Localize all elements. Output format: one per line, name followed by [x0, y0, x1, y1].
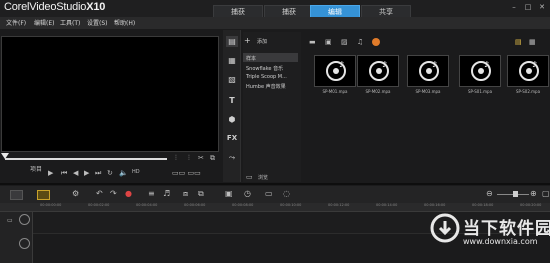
time-remap-icon[interactable]: ◷	[244, 189, 251, 198]
thumbnail-label: SP-M01.mpa	[322, 89, 348, 94]
instant-project-icon[interactable]: ▦	[226, 55, 238, 66]
timeline-view-icon[interactable]	[37, 190, 50, 200]
next-frame-icon[interactable]: ▶	[84, 169, 89, 177]
filter-icon[interactable]: FX	[226, 133, 238, 144]
app-logo: CorelVideoStudioX10	[4, 1, 106, 13]
preview-window[interactable]	[1, 36, 219, 152]
toolbar-settings-icon[interactable]: ⚙	[72, 189, 79, 198]
maximize-icon[interactable]: □	[524, 3, 532, 11]
watermark-text: 当下软件园	[463, 219, 550, 239]
watermark-url: www.downxia.com	[463, 237, 538, 246]
zoom-out-icon[interactable]: ⊖	[486, 189, 493, 198]
gallery-thumbnail[interactable]: ♪	[507, 55, 549, 87]
mark-out-icon[interactable]: ⫶	[188, 154, 190, 163]
gallery-thumbnail[interactable]: ♪	[357, 55, 399, 87]
ruler-tick-label: 00:00:16:00	[424, 203, 446, 207]
mask-creator-icon[interactable]: ▭	[265, 189, 273, 198]
menu-settings[interactable]: 设置(S)	[87, 18, 108, 27]
library-item-samples[interactable]: 样本	[246, 55, 256, 62]
browse-icon[interactable]: ▭	[246, 173, 253, 181]
multi-camera-icon[interactable]: ▣	[225, 189, 233, 198]
video-track-icon[interactable]: ▭	[7, 217, 13, 224]
ruler-tick-label: 00:00:14:00	[376, 203, 398, 207]
watermark-logo-icon	[430, 213, 460, 243]
ruler-tick-label: 00:00:02:00	[88, 203, 110, 207]
zoom-in-icon[interactable]: ⊕	[530, 189, 537, 198]
project-mode-label[interactable]: 项目	[30, 164, 42, 173]
title-icon[interactable]: T	[226, 95, 238, 106]
gallery-thumbnail[interactable]: ♪	[459, 55, 501, 87]
ruler-tick-label: 00:00:08:00	[232, 203, 254, 207]
play-icon[interactable]: ▶	[48, 169, 53, 177]
minimize-icon[interactable]: –	[510, 3, 518, 11]
subtitle-editor-icon[interactable]: ⧉	[198, 189, 204, 199]
library-item-triple-scoop[interactable]: Triple Scoop M...	[246, 74, 287, 80]
library-item-snowflake[interactable]: Snowflake 音乐	[246, 65, 283, 72]
transition-icon[interactable]: ▧	[226, 74, 238, 85]
auto-music-icon[interactable]: ♬	[163, 189, 170, 198]
pan-zoom-icon[interactable]: ◌	[283, 189, 290, 198]
ruler-tick-label: 00:00:06:00	[184, 203, 206, 207]
smartsound-icon[interactable]	[372, 38, 380, 46]
track-visibility-icon[interactable]	[19, 214, 30, 225]
watermark: 当下软件园 www.downxia.com	[430, 211, 550, 261]
ruler-tick-label: 00:00:12:00	[328, 203, 350, 207]
zoom-slider-handle[interactable]	[513, 191, 518, 197]
menu-bar	[0, 17, 550, 29]
thumbnail-view-icon[interactable]: ▦	[529, 38, 536, 46]
end-icon[interactable]: ⏭	[95, 169, 101, 178]
add-folder-icon[interactable]: +	[244, 36, 251, 45]
close-icon[interactable]: ✕	[538, 3, 546, 11]
gallery-thumbnail[interactable]: ♪	[314, 55, 356, 87]
media-folder-icon[interactable]: ▤	[226, 36, 238, 47]
thumbnail-label: SP-S01.mpa	[467, 89, 493, 94]
menu-help[interactable]: 帮助(H)	[114, 18, 135, 27]
hd-icon[interactable]: HD	[132, 169, 140, 175]
library-item-sound-effects[interactable]: Humbe 声音效果	[246, 83, 286, 90]
storyboard-view-icon[interactable]	[10, 190, 23, 200]
browse-label[interactable]: 浏览	[258, 174, 268, 181]
panel-divider	[0, 183, 550, 185]
thumbnail-label: SP-M03.mpa	[415, 89, 441, 94]
fit-project-icon[interactable]: ▢	[542, 189, 550, 198]
ruler-tick-label: 00:00:10:00	[280, 203, 302, 207]
split-icon[interactable]: ✂	[198, 154, 204, 162]
path-icon[interactable]: ⤳	[226, 152, 238, 163]
ruler-tick-label: 00:00:04:00	[136, 203, 158, 207]
sound-mixer-icon[interactable]: ≡	[148, 189, 155, 198]
enlarge-icon[interactable]: ⧉	[210, 154, 215, 163]
gallery-thumbnail[interactable]: ♪	[407, 55, 449, 87]
menu-edit[interactable]: 编辑(E)	[34, 18, 54, 27]
ruler-tick-label: 00:00:18:00	[472, 203, 494, 207]
mark-in-icon[interactable]: ⫶	[175, 154, 177, 163]
undo-icon[interactable]: ↶	[96, 189, 103, 198]
record-capture-icon[interactable]: ●	[125, 189, 132, 198]
redo-icon[interactable]: ↷	[110, 189, 117, 198]
previous-frame-icon[interactable]: ◀	[73, 169, 78, 177]
thumbnail-label: SP-M02.mpa	[365, 89, 391, 94]
show-photo-icon[interactable]: ▨	[341, 38, 348, 46]
graphic-icon[interactable]: ⬢	[226, 114, 238, 125]
volume-icon[interactable]: 🔈	[119, 169, 128, 177]
timecode-icon: ▭▭ ▭▭	[172, 169, 201, 177]
folder-icon[interactable]: ▬	[309, 38, 316, 46]
list-view-icon[interactable]: ▤	[515, 38, 522, 46]
scrubber-bar[interactable]	[5, 158, 167, 160]
show-audio-icon[interactable]: ♫	[357, 38, 363, 46]
motion-tracking-icon[interactable]: ⧈	[183, 189, 188, 199]
show-video-icon[interactable]: ▣	[325, 38, 332, 46]
home-icon[interactable]: ⏮	[61, 169, 67, 178]
ruler-tick-label: 00:00:20:00	[520, 203, 542, 207]
menu-tools[interactable]: 工具(T)	[60, 18, 80, 27]
menu-file[interactable]: 文件(F)	[6, 18, 26, 27]
repeat-icon[interactable]: ↻	[107, 169, 113, 177]
ruler-tick-label: 00:00:00:00	[40, 203, 62, 207]
timeline-toolbar	[0, 186, 550, 203]
track-visibility-icon[interactable]	[19, 238, 30, 249]
add-folder-label[interactable]: 添加	[257, 38, 267, 45]
thumbnail-label: SP-S02.mpa	[515, 89, 541, 94]
